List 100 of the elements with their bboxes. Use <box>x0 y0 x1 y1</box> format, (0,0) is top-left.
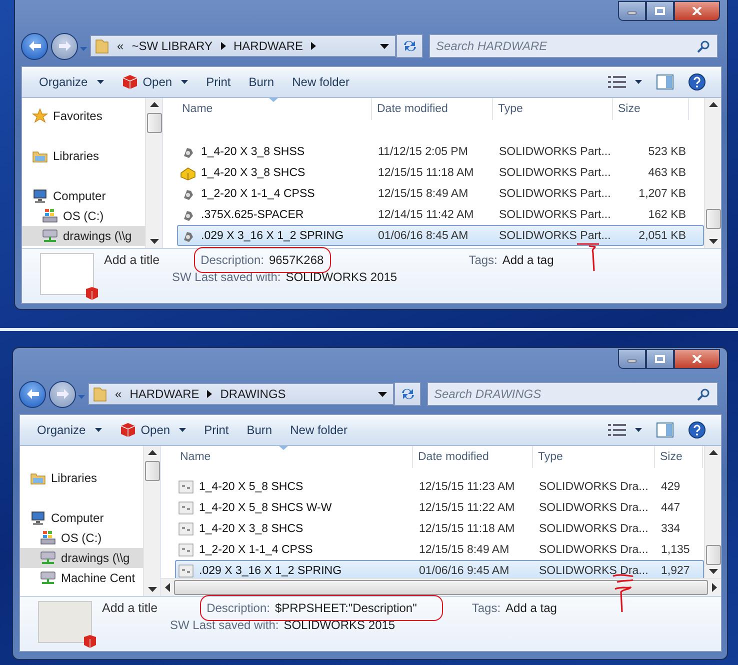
column-header[interactable]: Type <box>493 98 613 120</box>
breadcrumb-overflow[interactable]: « <box>117 39 124 53</box>
column-header[interactable]: Size <box>613 98 689 120</box>
file-name: .375X.625-SPACER <box>201 208 304 220</box>
scrollbar-thumb[interactable] <box>146 113 162 133</box>
minimize-button[interactable] <box>618 1 646 21</box>
address-bar[interactable]: « HARDWARE DRAWINGS <box>88 383 394 405</box>
size-cell-text: 162 KB <box>647 208 687 220</box>
chevron-right-icon[interactable] <box>220 42 226 50</box>
breadcrumb-item[interactable]: HARDWARE <box>130 387 200 401</box>
maximize-button[interactable] <box>646 1 674 21</box>
column-header[interactable]: Size <box>655 446 703 468</box>
file-row[interactable]: .375X.625-SPACER 12/14/15 11:42 AM SOLIDWORKS Part... 162 KB <box>177 204 704 225</box>
column-header[interactable]: Date modified <box>413 446 533 468</box>
refresh-button[interactable] <box>396 34 423 58</box>
navigation-item[interactable]: OS (C:) <box>22 206 145 226</box>
size-cell-text: 523 KB <box>647 146 687 158</box>
tags-field[interactable]: Add a tag <box>506 601 557 615</box>
close-button[interactable] <box>674 1 720 21</box>
navigation-item[interactable]: Machine Cent <box>20 568 143 588</box>
toolbar-button[interactable]: New folder <box>281 420 356 440</box>
menu-button[interactable]: Open <box>110 419 196 441</box>
address-dropdown-icon[interactable] <box>380 44 389 48</box>
navigation-item[interactable]: Libraries <box>20 468 143 488</box>
tags-label: Tags: <box>472 601 501 615</box>
vertical-scrollbar[interactable] <box>145 98 162 248</box>
column-header[interactable]: Type <box>533 446 655 468</box>
toolbar-button[interactable]: New folder <box>283 72 358 92</box>
scroll-up-icon <box>708 102 718 107</box>
horizontal-scrollbar[interactable] <box>161 578 721 596</box>
title-field[interactable]: Add a title <box>104 253 160 267</box>
file-row[interactable]: 1_4-20 X 5_8 SHCS 12/15/15 11:23 AM SOLIDWORKS Dra... 429 <box>175 476 704 497</box>
scroll-down-icon <box>148 587 156 592</box>
minimize-button[interactable] <box>618 349 646 369</box>
menu-button[interactable]: Open <box>112 71 198 93</box>
vertical-scrollbar[interactable] <box>704 446 721 578</box>
navigation-item[interactable]: Libraries <box>22 146 145 166</box>
breadcrumb-overflow[interactable]: « <box>115 387 122 401</box>
toolbar-button[interactable]: Burn <box>240 72 284 92</box>
navigation-item[interactable]: drawings (\\g <box>20 548 143 568</box>
column-header[interactable]: Date modified <box>372 98 493 120</box>
scrollbar-thumb[interactable] <box>144 461 160 481</box>
file-row[interactable]: 1_4-20 X 3_8 SHSS 11/12/15 2:05 PM SOLIDWORKS Part... 523 KB <box>177 141 704 162</box>
date-cell-text: 12/15/15 11:22 AM <box>418 502 516 514</box>
saved-with-value: SOLIDWORKS 2015 <box>284 618 396 632</box>
menu-button[interactable]: Organize <box>30 72 113 92</box>
maximize-button[interactable] <box>646 349 674 369</box>
drive-icon <box>40 530 56 546</box>
file-row[interactable]: .029 X 3_16 X 1_2 SPRING 01/06/16 8:45 AM SOLIDWORKS Part... 2,051 KB <box>177 225 704 246</box>
scrollbar-thumb[interactable] <box>706 545 720 565</box>
vertical-scrollbar[interactable] <box>143 446 160 596</box>
menu-button[interactable]: Organize <box>28 420 111 440</box>
toolbar-button[interactable]: Print <box>195 420 238 440</box>
refresh-button[interactable] <box>394 382 421 406</box>
file-name: 1_4-20 X 3_8 SHSS <box>201 146 305 158</box>
drawing-sheet-icon <box>178 542 194 558</box>
toolbar-button[interactable]: Print <box>197 72 240 92</box>
back-button[interactable] <box>19 380 46 408</box>
date-cell-text: 12/15/15 11:23 AM <box>418 480 516 492</box>
description-value[interactable]: 9657K268 <box>268 253 324 267</box>
file-name: 1_4-20 X 5_8 SHCS W-W <box>199 502 332 514</box>
forward-button[interactable] <box>51 32 78 60</box>
size-cell-text: 447 <box>660 502 682 514</box>
back-button[interactable] <box>21 32 48 60</box>
size-cell-text: 463 KB <box>647 166 687 178</box>
search-field[interactable]: Search HARDWARE <box>429 34 718 58</box>
scroll-down-icon <box>708 569 718 574</box>
chevron-right-icon[interactable] <box>311 42 316 50</box>
file-row[interactable]: .029 X 3_16 X 1_2 SPRING 01/06/16 9:45 AM SOLIDWORKS Dra... 1,927 <box>175 560 704 578</box>
tags-field[interactable]: Add a tag <box>502 253 554 267</box>
address-bar[interactable]: « ~SW LIBRARY HARDWARE <box>90 35 396 57</box>
forward-button[interactable] <box>49 380 76 408</box>
title-field[interactable]: Add a title <box>102 601 158 615</box>
back-arrow-icon <box>26 388 40 400</box>
navigation-item[interactable]: OS (C:) <box>20 528 143 548</box>
chevron-right-icon[interactable] <box>207 390 212 398</box>
navigation-item[interactable]: Computer <box>22 186 145 206</box>
file-row[interactable]: 1_2-20 X 1-1_4 CPSS 12/15/15 8:49 AM SOLIDWORKS Part... 1,207 KB <box>177 183 704 204</box>
caret-icon <box>179 428 186 432</box>
scrollbar-thumb[interactable] <box>706 209 720 229</box>
file-row[interactable]: 1_2-20 X 1-1_4 CPSS 12/15/15 8:49 AM SOLIDWORKS Dra... 1,135 <box>175 539 704 560</box>
scrollbar-thumb[interactable] <box>174 580 708 595</box>
toolbar-button[interactable]: Burn <box>238 420 282 440</box>
close-button[interactable] <box>674 349 720 369</box>
breadcrumb-item[interactable]: HARDWARE <box>234 39 304 53</box>
description-value[interactable]: $PRPSHEET:"Description" <box>274 601 417 615</box>
breadcrumb-item[interactable]: DRAWINGS <box>220 387 286 401</box>
breadcrumb-item[interactable]: ~SW LIBRARY <box>132 39 212 53</box>
search-field[interactable]: Search DRAWINGS <box>427 382 718 406</box>
file-row[interactable]: 1_4-20 X 3_8 SHCS 12/15/15 11:18 AM SOLIDWORKS Dra... 334 <box>175 518 704 539</box>
address-dropdown-icon[interactable] <box>378 392 387 396</box>
navigation-item[interactable]: Favorites <box>22 106 145 126</box>
app-logo-icon <box>122 74 138 90</box>
file-row[interactable]: 1_4-20 X 3_8 SHCS 12/15/15 11:18 AM SOLIDWORKS Part... 463 KB <box>177 162 704 183</box>
date-cell-text: 12/15/15 8:49 AM <box>418 544 510 556</box>
app-logo-icon <box>83 634 97 648</box>
navigation-item[interactable]: Computer <box>20 508 143 528</box>
file-row[interactable]: 1_4-20 X 5_8 SHCS W-W 12/15/15 11:22 AM SOLIDWORKS Dra... 447 <box>175 497 704 518</box>
vertical-scrollbar[interactable] <box>704 98 721 248</box>
navigation-item[interactable]: drawings (\\g <box>22 226 145 246</box>
